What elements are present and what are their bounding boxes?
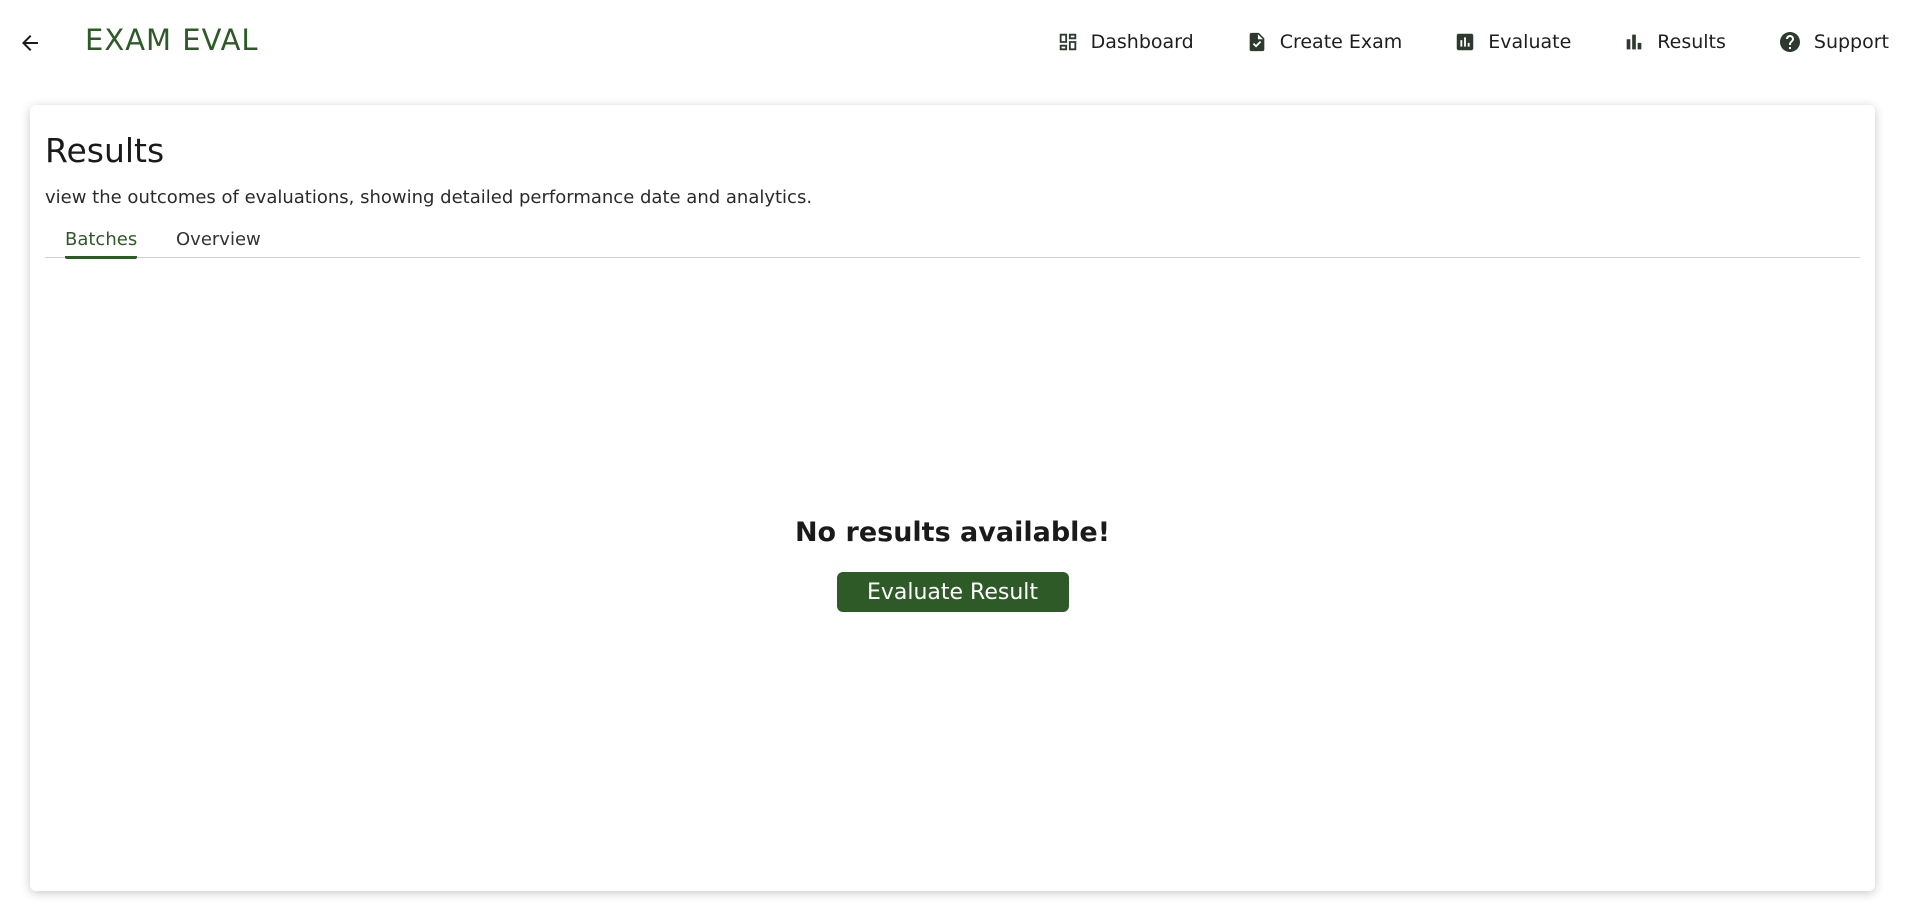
tab-overview[interactable]: Overview — [176, 229, 261, 256]
help-circle-icon — [1779, 32, 1800, 52]
top-navigation-bar: EXAM EVAL Dashboard Create Exam Evaluate… — [0, 0, 1909, 84]
tab-batches[interactable]: Batches — [65, 229, 138, 259]
page-description: view the outcomes of evaluations, showin… — [45, 187, 813, 208]
nav-item-dashboard[interactable]: Dashboard — [1057, 26, 1194, 58]
empty-state-message: No results available! — [794, 517, 1111, 548]
nav-label-support: Support — [1813, 31, 1889, 53]
nav-label-evaluate: Evaluate — [1488, 31, 1572, 53]
nav-item-results[interactable]: Results — [1623, 26, 1726, 58]
app-brand-title[interactable]: EXAM EVAL — [85, 23, 259, 57]
nav-item-create-exam[interactable]: Create Exam — [1246, 26, 1403, 58]
nav-label-results: Results — [1657, 31, 1726, 53]
nav-item-support[interactable]: Support — [1778, 26, 1889, 58]
evaluate-result-button[interactable]: Evaluate Result — [836, 572, 1069, 612]
back-button[interactable] — [14, 27, 46, 59]
results-card: Results view the outcomes of evaluations… — [30, 105, 1875, 891]
page-title: Results — [45, 131, 165, 170]
arrow-left-icon — [22, 35, 38, 51]
nav-item-evaluate[interactable]: Evaluate — [1454, 26, 1571, 58]
report-chart-icon — [1457, 33, 1474, 51]
empty-state: No results available! Evaluate Result — [30, 517, 1875, 612]
bar-chart-icon — [1626, 34, 1642, 50]
nav-label-dashboard: Dashboard — [1090, 31, 1194, 53]
dashboard-icon — [1059, 33, 1076, 51]
nav-label-create-exam: Create Exam — [1279, 31, 1403, 53]
main-nav: Dashboard Create Exam Evaluate Results S… — [1005, 26, 1889, 58]
tab-bar: Batches Overview — [45, 225, 1860, 259]
document-check-icon — [1249, 32, 1265, 52]
